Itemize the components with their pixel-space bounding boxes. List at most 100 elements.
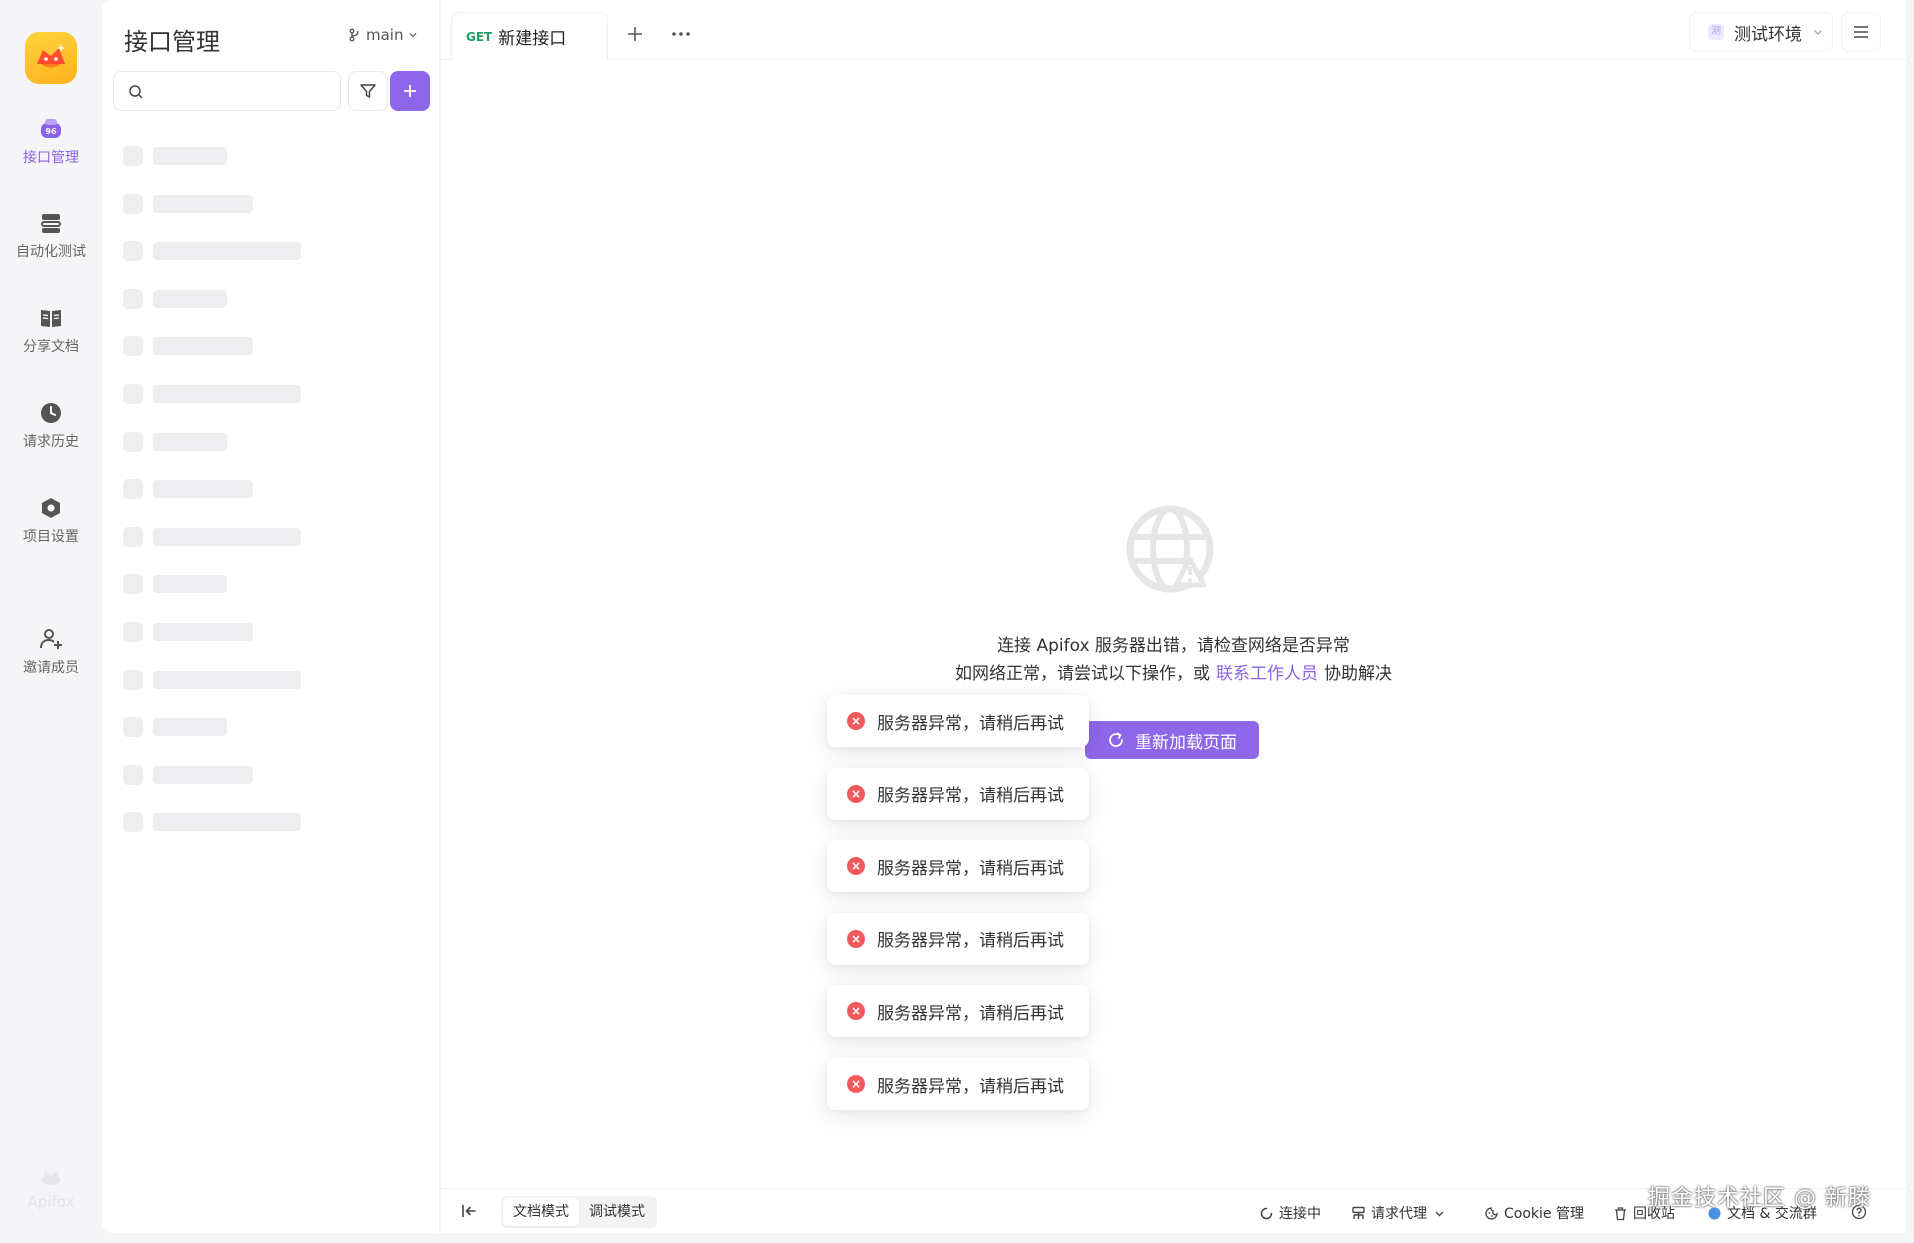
debug-mode-button[interactable]: 调试模式 xyxy=(579,1198,655,1226)
doc-mode-button[interactable]: 文档模式 xyxy=(503,1198,579,1226)
app-window: 96 接口管理 自动化测试 分享文档 请求历史 项目设置 邀请成员 Apifox… xyxy=(0,0,1914,1243)
chevron-down-icon xyxy=(1435,1211,1444,1216)
toast-message: 服务器异常，请稍后再试 xyxy=(877,1003,1064,1024)
environment-selector[interactable]: 测 测试环境 xyxy=(1689,12,1833,52)
skeleton-bar xyxy=(153,670,301,689)
brand-name: Apifox xyxy=(27,1193,75,1211)
nav-item-settings[interactable]: 项目设置 xyxy=(0,496,102,546)
cookie-label: Cookie 管理 xyxy=(1504,1206,1584,1222)
network-error-globe-icon xyxy=(1126,505,1214,593)
branch-name: main xyxy=(366,26,404,44)
error-x-icon: × xyxy=(847,784,865,803)
nav-item-label: 自动化测试 xyxy=(16,244,86,260)
nav-item-history[interactable]: 请求历史 xyxy=(0,401,102,451)
cookie-icon xyxy=(1485,1206,1498,1220)
add-button[interactable] xyxy=(390,71,430,111)
tab-new-api[interactable]: GET 新建接口 xyxy=(451,12,608,60)
book-icon xyxy=(41,310,61,327)
skeleton-icon xyxy=(123,193,143,214)
loading-icon xyxy=(1260,1207,1273,1219)
error-toast: × 服务器异常，请稍后再试 xyxy=(827,840,1089,893)
proxy-label: 请求代理 xyxy=(1371,1206,1427,1222)
nav-item-api[interactable]: 96 接口管理 xyxy=(0,117,102,167)
plus-icon xyxy=(628,27,642,41)
reload-label: 重新加载页面 xyxy=(1135,732,1237,753)
error-toast: × 服务器异常，请稍后再试 xyxy=(827,695,1089,747)
skeleton-bar xyxy=(153,765,253,784)
nav-item-label: 邀请成员 xyxy=(23,660,79,676)
trash-icon xyxy=(1615,1206,1626,1220)
skeleton-icon xyxy=(123,717,143,738)
branch-selector[interactable]: main xyxy=(349,26,418,44)
skeleton-icon xyxy=(123,336,143,357)
nav-item-invite[interactable]: 邀请成员 xyxy=(0,627,102,677)
plus-icon xyxy=(404,85,416,97)
menu-button[interactable] xyxy=(1841,12,1881,52)
hexagon-settings-icon xyxy=(42,498,60,518)
toast-message: 服务器异常，请稍后再试 xyxy=(877,931,1064,952)
new-tab-button[interactable] xyxy=(621,20,649,48)
brand-footer: Apifox xyxy=(0,1163,102,1211)
request-proxy-menu[interactable]: 请求代理 xyxy=(1351,1203,1447,1223)
connection-status[interactable]: 连接中 xyxy=(1259,1203,1321,1223)
env-badge: 测 xyxy=(1708,24,1724,40)
cookie-manager[interactable]: Cookie 管理 xyxy=(1484,1203,1584,1223)
error-toast: × 服务器异常，请稍后再试 xyxy=(827,985,1089,1038)
svg-text:96: 96 xyxy=(45,127,57,136)
collapse-sidebar-icon[interactable] xyxy=(459,1201,479,1221)
nav-item-label: 请求历史 xyxy=(23,434,79,450)
env-label: 测试环境 xyxy=(1734,24,1802,45)
api-tree-panel: 接口管理 main xyxy=(102,0,440,1233)
filter-button[interactable] xyxy=(348,71,388,111)
skeleton-icon xyxy=(123,384,143,404)
more-tabs-button[interactable] xyxy=(667,20,695,48)
nav-item-share-docs[interactable]: 分享文档 xyxy=(0,306,102,356)
more-icon xyxy=(672,32,690,36)
nav-item-label: 分享文档 xyxy=(23,339,79,355)
skeleton-icon xyxy=(123,241,143,262)
hamburger-menu-icon xyxy=(1854,26,1868,38)
skeleton-icon xyxy=(123,288,143,309)
error-x-icon: × xyxy=(847,929,865,948)
clock-icon xyxy=(41,403,61,423)
skeleton-bar xyxy=(153,337,253,356)
skeleton-icon xyxy=(123,622,143,642)
reload-page-button[interactable]: 重新加载页面 xyxy=(1085,721,1259,759)
proxy-icon xyxy=(1352,1206,1365,1219)
chevron-down-icon xyxy=(1814,30,1822,35)
nav-item-automation[interactable]: 自动化测试 xyxy=(0,211,102,261)
apifox-mark-icon xyxy=(41,1171,61,1185)
skeleton-bar xyxy=(153,813,301,832)
skeleton-icon xyxy=(123,764,143,785)
skeleton-bar xyxy=(153,718,227,737)
contact-staff-link[interactable]: 联系工作人员 xyxy=(1216,664,1318,684)
error-x-icon: × xyxy=(847,1075,865,1093)
branch-icon xyxy=(349,28,359,42)
search-icon xyxy=(129,85,143,99)
tab-bar: GET 新建接口 测 测试环境 xyxy=(441,0,1906,60)
error-x-icon: × xyxy=(847,1002,865,1021)
search-box xyxy=(113,71,341,111)
mode-switch: 文档模式 调试模式 xyxy=(501,1196,657,1228)
watermark: 掘金技术社区 @ 新滕 xyxy=(1648,1186,1871,1211)
skeleton-icon xyxy=(123,431,143,452)
skeleton-bar xyxy=(153,480,253,499)
chevron-down-icon xyxy=(410,33,417,38)
error-hint-prefix: 如网络正常，请尝试以下操作，或 xyxy=(955,664,1210,684)
skeleton-bar xyxy=(153,527,301,546)
skeleton-bar xyxy=(153,147,227,165)
skeleton-bar xyxy=(153,194,253,213)
skeleton-bar xyxy=(153,432,227,451)
panel-title: 接口管理 xyxy=(124,28,220,56)
automation-icon xyxy=(41,214,61,233)
error-message: 连接 Apifox 服务器出错，请检查网络是否异常 xyxy=(997,636,1350,656)
search-input[interactable] xyxy=(150,78,330,104)
nav-item-label: 项目设置 xyxy=(23,529,79,545)
skeleton-bar xyxy=(153,242,301,261)
left-nav: 96 接口管理 自动化测试 分享文档 请求历史 项目设置 邀请成员 Apifox xyxy=(0,0,102,1243)
skeleton-bar xyxy=(153,575,227,594)
skeleton-bar xyxy=(153,385,301,403)
apifox-logo[interactable] xyxy=(25,32,77,84)
toast-message: 服务器异常，请稍后再试 xyxy=(877,786,1064,807)
http-method-badge: GET xyxy=(466,29,493,44)
